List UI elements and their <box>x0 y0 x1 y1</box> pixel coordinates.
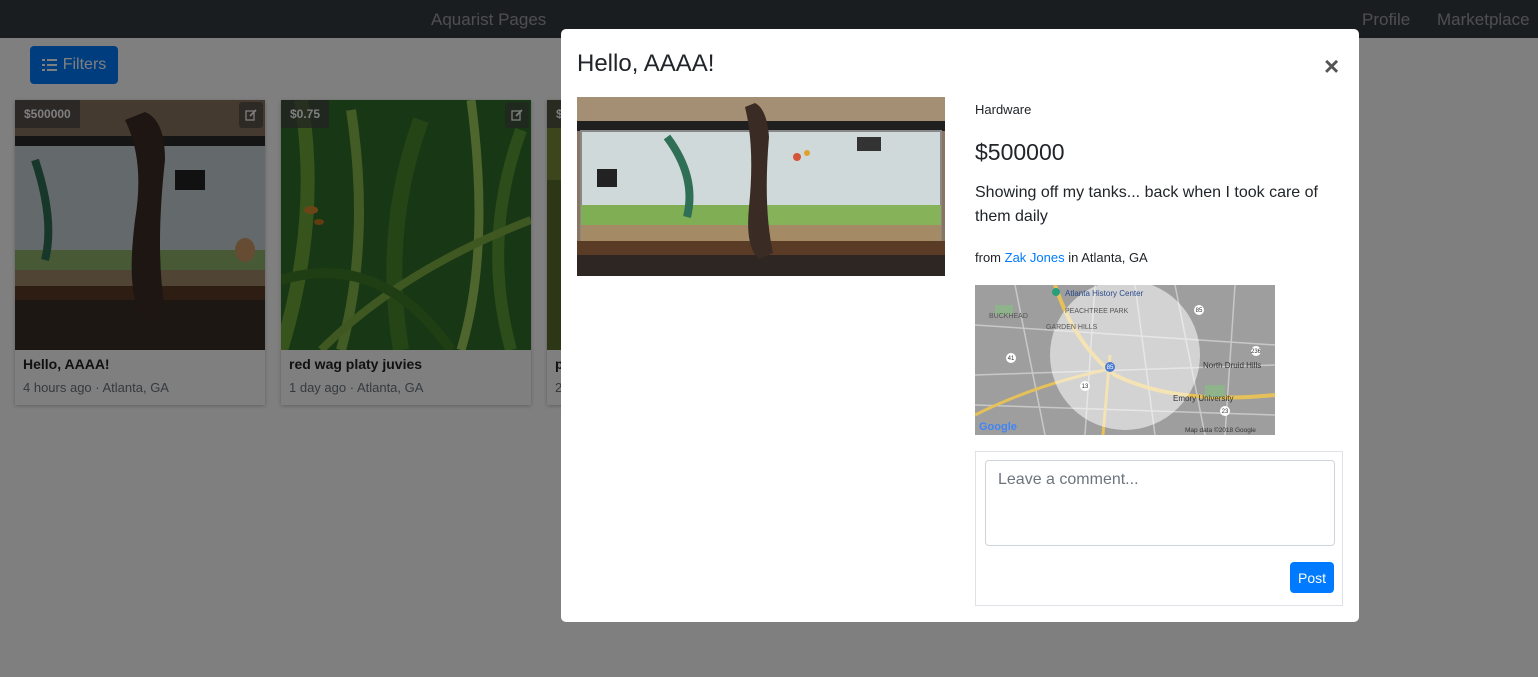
listing-photo <box>577 97 945 276</box>
map-label: PEACHTREE PARK <box>1065 308 1129 315</box>
location-map[interactable]: Atlanta History Center PEACHTREE PARK BU… <box>975 285 1275 435</box>
google-logo: Google <box>979 421 1017 433</box>
svg-text:85: 85 <box>1196 308 1203 314</box>
post-button[interactable]: Post <box>1290 562 1334 593</box>
pin-icon <box>1052 288 1060 296</box>
map-label: Atlanta History Center <box>1065 289 1144 298</box>
svg-text:85: 85 <box>1107 365 1114 371</box>
close-icon[interactable]: × <box>1324 53 1339 79</box>
map-attribution: Map data ©2018 Google <box>1185 426 1256 434</box>
author-link[interactable]: Zak Jones <box>1005 250 1065 265</box>
map-label: North Druid Hills <box>1203 361 1261 370</box>
map-label: GARDEN HILLS <box>1046 324 1098 331</box>
listing-price: $500000 <box>975 139 1065 165</box>
from-prefix: from <box>975 250 1001 265</box>
listing-modal: Hello, AAAA! × Hardware $500000 Showing … <box>561 29 1359 622</box>
map-label: BUCKHEAD <box>989 313 1028 320</box>
svg-text:23: 23 <box>1222 409 1229 415</box>
listing-author-line: from Zak Jones in Atlanta, GA <box>975 250 1148 265</box>
svg-text:41: 41 <box>1008 356 1015 362</box>
location-text: in Atlanta, GA <box>1068 250 1148 265</box>
modal-title: Hello, AAAA! <box>577 50 715 77</box>
comment-input[interactable] <box>985 460 1335 546</box>
listing-category: Hardware <box>975 102 1032 117</box>
comment-form: Post <box>975 451 1343 606</box>
svg-text:236: 236 <box>1251 349 1262 355</box>
svg-text:13: 13 <box>1082 384 1089 390</box>
listing-description: Showing off my tanks... back when I took… <box>975 184 1318 225</box>
map-label: Emory University <box>1173 394 1233 403</box>
